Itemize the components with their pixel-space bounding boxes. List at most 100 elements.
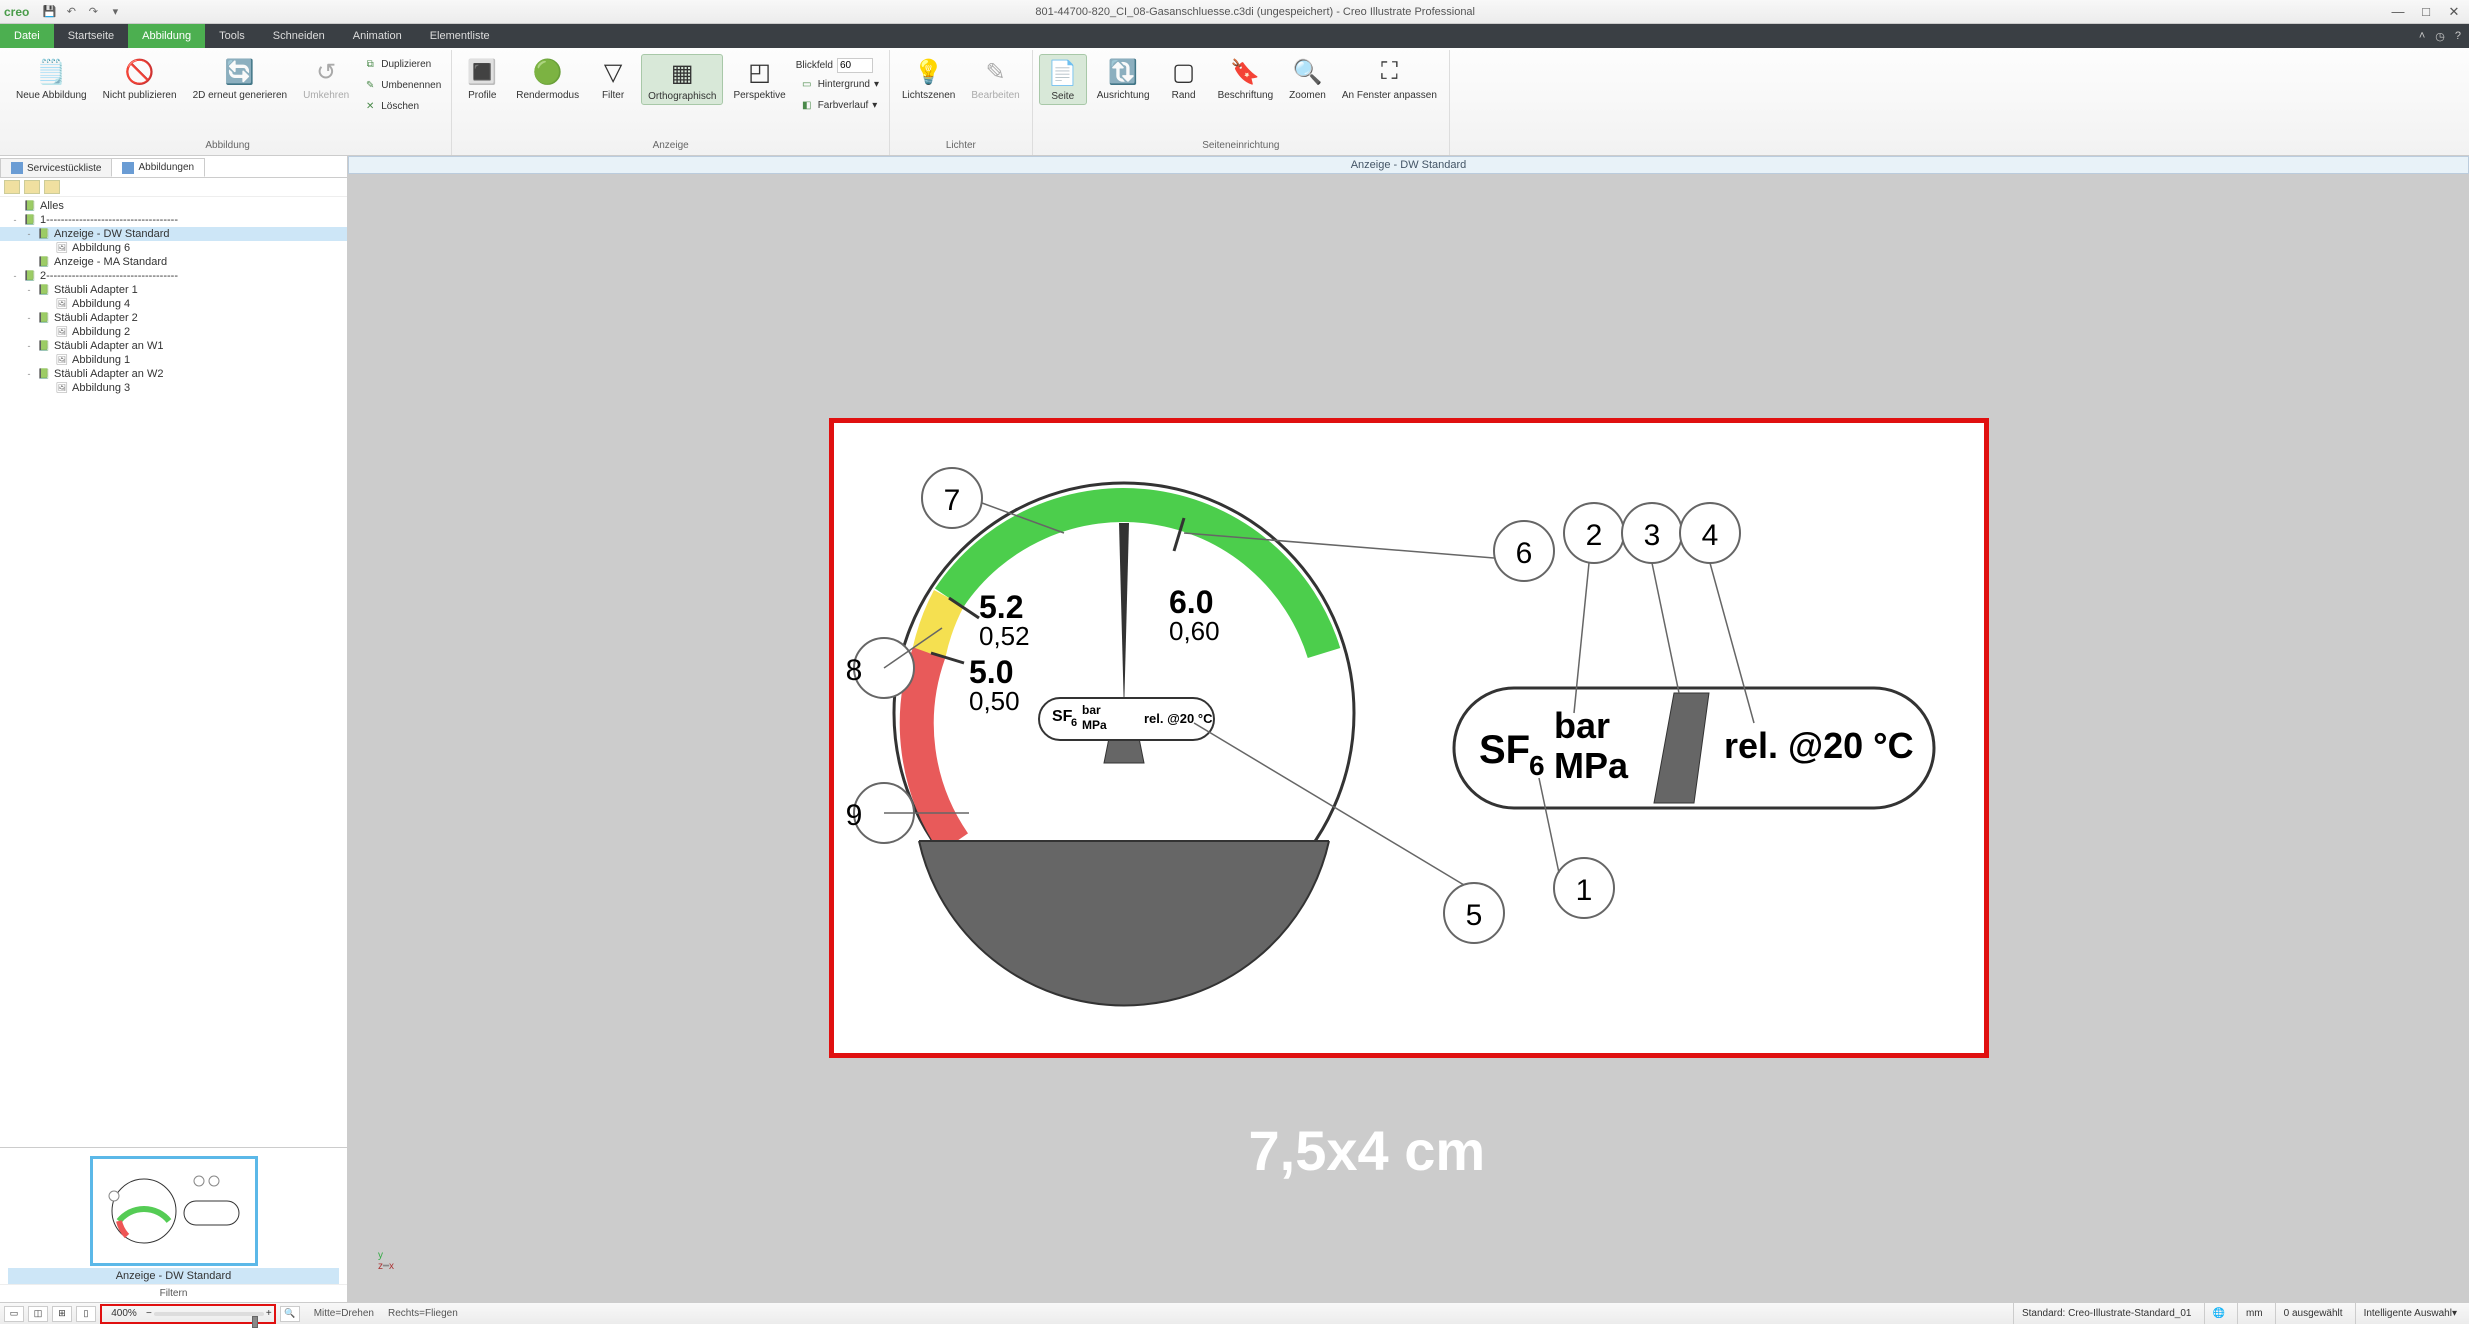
status-globe-icon[interactable]: 🌐 bbox=[2204, 1303, 2233, 1324]
seite-button[interactable]: 📄Seite bbox=[1039, 54, 1087, 105]
tree-node[interactable]: 📗Anzeige - MA Standard bbox=[0, 255, 347, 269]
expand-icon[interactable]: - bbox=[24, 285, 34, 295]
expand-icon[interactable]: - bbox=[24, 313, 34, 323]
file-tab[interactable]: Datei bbox=[0, 24, 54, 48]
view-mode-2-button[interactable]: ◫ bbox=[28, 1306, 48, 1322]
perspektive-button[interactable]: ◰Perspektive bbox=[727, 54, 791, 103]
lichtszenen-button[interactable]: 💡Lichtszenen bbox=[896, 54, 961, 103]
tree-toolbar-btn2[interactable] bbox=[24, 180, 40, 194]
axis-triad: y z━x bbox=[378, 1250, 394, 1272]
expand-icon[interactable]: - bbox=[24, 229, 34, 239]
zoom-fit-button[interactable]: 🔍 bbox=[280, 1306, 300, 1322]
regenerate-2d-button[interactable]: 🔄2D erneut generieren bbox=[187, 54, 294, 103]
status-unit[interactable]: mm bbox=[2237, 1303, 2271, 1324]
beschriftung-button[interactable]: 🔖Beschriftung bbox=[1212, 54, 1280, 103]
svg-text:5.0: 5.0 bbox=[969, 654, 1013, 690]
rand-button[interactable]: ▢Rand bbox=[1160, 54, 1208, 103]
zoomen-button[interactable]: 🔍Zoomen bbox=[1283, 54, 1332, 103]
status-standard[interactable]: Standard: Creo-Illustrate-Standard_01 bbox=[2013, 1303, 2200, 1324]
duplizieren-button[interactable]: ⧉Duplizieren bbox=[359, 54, 445, 74]
tree-node[interactable]: 🖼Abbildung 3 bbox=[0, 381, 347, 395]
hint-right: Rechts=Fliegen bbox=[388, 1308, 458, 1319]
view-mode-1-button[interactable]: ▭ bbox=[4, 1306, 24, 1322]
qat-save-icon[interactable]: 💾 bbox=[41, 4, 57, 20]
tree-node[interactable]: -📗Stäubli Adapter 1 bbox=[0, 283, 347, 297]
neue-abbildung-button[interactable]: 🗒️Neue Abbildung bbox=[10, 54, 93, 103]
thumbnail[interactable] bbox=[90, 1156, 258, 1266]
ausrichtung-button[interactable]: 🔃Ausrichtung bbox=[1091, 54, 1156, 103]
group-lichter-label: Lichter bbox=[896, 138, 1026, 155]
page-icon: 📗 bbox=[37, 256, 51, 268]
maximize-button[interactable]: □ bbox=[2415, 4, 2437, 20]
expand-icon[interactable]: - bbox=[10, 215, 20, 225]
tree-node[interactable]: 📗Alles bbox=[0, 199, 347, 213]
tab-abbildungen[interactable]: Abbildungen bbox=[111, 158, 205, 177]
figure-tree[interactable]: 📗Alles-📗1-------------------------------… bbox=[0, 197, 347, 1147]
zoom-value[interactable]: 400% bbox=[104, 1308, 144, 1319]
settings-icon[interactable]: ◷ bbox=[2435, 30, 2445, 43]
tree-node[interactable]: 🖼Abbildung 2 bbox=[0, 325, 347, 339]
blickfeld-label: Blickfeld bbox=[796, 60, 833, 71]
tree-node[interactable]: -📗Anzeige - DW Standard bbox=[0, 227, 347, 241]
tree-node[interactable]: -📗2------------------------------------ bbox=[0, 269, 347, 283]
blickfeld-input[interactable] bbox=[837, 58, 873, 73]
filtern-label[interactable]: Filtern bbox=[0, 1284, 347, 1302]
tree-node[interactable]: -📗Stäubli Adapter an W1 bbox=[0, 339, 347, 353]
tree-node[interactable]: 🖼Abbildung 1 bbox=[0, 353, 347, 367]
farbverlauf-button[interactable]: ◧Farbverlauf ▾ bbox=[796, 95, 883, 115]
minimize-button[interactable]: — bbox=[2387, 4, 2409, 20]
fig-icon: 🖼 bbox=[55, 326, 69, 338]
qat-dropdown-icon[interactable]: ▾ bbox=[107, 4, 123, 20]
tab-animation[interactable]: Animation bbox=[339, 24, 416, 48]
tree-toolbar-btn3[interactable] bbox=[44, 180, 60, 194]
help-icon[interactable]: ? bbox=[2455, 30, 2461, 42]
profile-icon: 🔳 bbox=[466, 56, 498, 88]
expand-icon[interactable]: - bbox=[24, 369, 34, 379]
svg-text:6: 6 bbox=[1515, 537, 1532, 570]
tree-node[interactable]: 🖼Abbildung 6 bbox=[0, 241, 347, 255]
tab-servicestueckliste[interactable]: Servicestückliste bbox=[0, 158, 112, 177]
qat-redo-icon[interactable]: ↷ bbox=[85, 4, 101, 20]
qat-undo-icon[interactable]: ↶ bbox=[63, 4, 79, 20]
tab-startseite[interactable]: Startseite bbox=[54, 24, 128, 48]
perspective-icon: ◰ bbox=[744, 56, 776, 88]
expand-icon[interactable]: - bbox=[10, 271, 20, 281]
tree-node[interactable]: -📗Stäubli Adapter an W2 bbox=[0, 367, 347, 381]
filter-button[interactable]: ▽Filter bbox=[589, 54, 637, 103]
tab-elementliste[interactable]: Elementliste bbox=[416, 24, 504, 48]
tab-tools[interactable]: Tools bbox=[205, 24, 259, 48]
svg-text:4: 4 bbox=[1701, 519, 1718, 552]
hintergrund-button[interactable]: ▭Hintergrund ▾ bbox=[796, 74, 883, 94]
orthographisch-button[interactable]: ▦Orthographisch bbox=[641, 54, 723, 105]
zoom-out-button[interactable]: − bbox=[146, 1308, 152, 1319]
bearbeiten-button: ✎Bearbeiten bbox=[965, 54, 1025, 103]
page-icon: 📄 bbox=[1047, 57, 1079, 89]
umbenennen-button[interactable]: ✎Umbenennen bbox=[359, 75, 445, 95]
dimension-annotation: 7,5x4 cm bbox=[1249, 1118, 1486, 1183]
zoom-in-button[interactable]: + bbox=[266, 1308, 272, 1319]
tree-node[interactable]: 🖼Abbildung 4 bbox=[0, 297, 347, 311]
rendermodus-button[interactable]: 🟢Rendermodus bbox=[510, 54, 585, 103]
zoom-slider-thumb[interactable] bbox=[252, 1316, 258, 1328]
tree-node[interactable]: -📗1------------------------------------ bbox=[0, 213, 347, 227]
svg-text:SF: SF bbox=[1052, 708, 1073, 725]
view-mode-4-button[interactable]: ▯ bbox=[76, 1306, 96, 1322]
tab-schneiden[interactable]: Schneiden bbox=[259, 24, 339, 48]
page-icon: 📗 bbox=[37, 312, 51, 324]
loeschen-button[interactable]: ✕Löschen bbox=[359, 96, 445, 116]
tab-abbildung[interactable]: Abbildung bbox=[128, 24, 205, 48]
nicht-publizieren-button[interactable]: 🚫Nicht publizieren bbox=[97, 54, 183, 103]
tree-node[interactable]: -📗Stäubli Adapter 2 bbox=[0, 311, 347, 325]
zoom-slider[interactable] bbox=[154, 1312, 264, 1316]
ribbon-collapse-icon[interactable]: ˄ bbox=[2419, 30, 2425, 42]
profile-button[interactable]: 🔳Profile bbox=[458, 54, 506, 103]
tree-node-label: Abbildung 3 bbox=[72, 382, 130, 394]
expand-icon[interactable]: - bbox=[24, 341, 34, 351]
an-fenster-button[interactable]: ⛶An Fenster anpassen bbox=[1336, 54, 1443, 103]
view-mode-3-button[interactable]: ⊞ bbox=[52, 1306, 72, 1322]
status-mode[interactable]: Intelligente Auswahl ▾ bbox=[2355, 1303, 2465, 1324]
svg-text:MPa: MPa bbox=[1554, 745, 1629, 786]
close-button[interactable]: ✕ bbox=[2443, 4, 2465, 20]
canvas[interactable]: SF6 bar MPa rel. @20 °C 5.2 0,52 5.0 0,5… bbox=[348, 174, 2469, 1302]
tree-toolbar-btn1[interactable] bbox=[4, 180, 20, 194]
